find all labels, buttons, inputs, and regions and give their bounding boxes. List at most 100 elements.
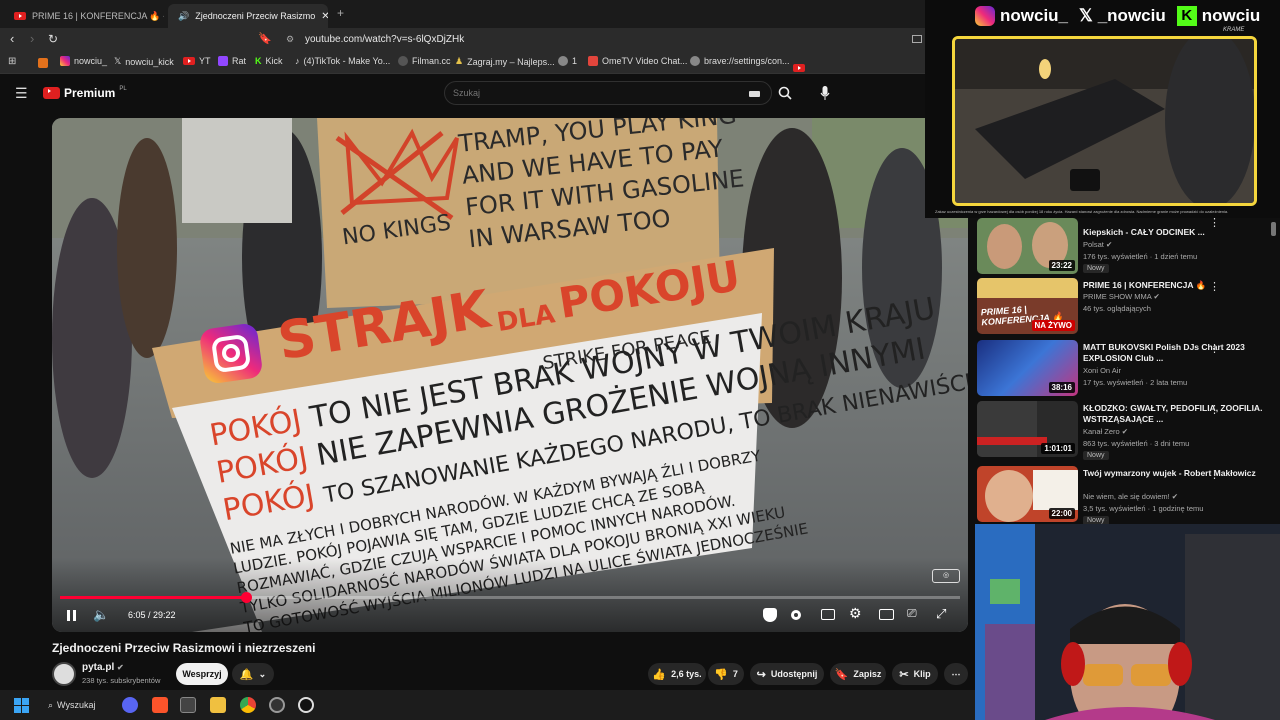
bookmark-rat[interactable]: Rat	[218, 56, 246, 66]
ometv-icon	[588, 56, 598, 66]
share-button[interactable]: ↪ Udostępnij	[750, 663, 824, 685]
globe-icon	[690, 56, 700, 66]
dislike-button[interactable]: 👎 7	[708, 663, 744, 685]
bookmark-tiktok[interactable]: ♪ (4)TikTok - Make Yo...	[295, 56, 390, 66]
app-circle-icon[interactable]	[298, 697, 314, 713]
search-input[interactable]	[453, 86, 733, 100]
recommendation-item[interactable]: 38:16 MATT BUKOVSKI Polish DJs Chart 202…	[977, 340, 1277, 398]
tab-active-video[interactable]: 🔊 Zjednoczeni Przeciw Rasizmo ✕	[168, 4, 328, 28]
search-icon: ⌕	[48, 699, 54, 710]
chrome-icon[interactable]	[240, 697, 256, 713]
site-settings-icon[interactable]: ⚙	[286, 34, 294, 45]
channel-name-text: Nie wiem, ale się dowiem!	[1083, 492, 1170, 501]
channel-name: Polsat ✔	[1083, 240, 1112, 249]
windows-start-button[interactable]	[14, 698, 29, 713]
reload-icon[interactable]: ↻	[48, 32, 58, 46]
bookmark-brave-settings[interactable]: brave://settings/con...	[690, 56, 790, 66]
progress-fill	[60, 596, 247, 599]
bookmark-icon[interactable]: 🔖	[258, 32, 272, 45]
twitch-icon	[218, 56, 228, 66]
bookmark-kick[interactable]: K Kick	[255, 56, 283, 66]
url-field[interactable]: youtube.com/watch?v=s-6lQxDjZHk	[305, 34, 464, 45]
more-vert-icon[interactable]: ⋮	[1209, 403, 1220, 416]
channel-avatar[interactable]	[52, 662, 76, 686]
pause-button[interactable]	[62, 606, 80, 624]
bookmark-nowciu[interactable]: nowciu_	[60, 56, 107, 66]
verified-icon: ✔	[1171, 492, 1179, 501]
recommendation-item[interactable]: 1:01:01 KŁODZKO: GWAŁTY, PEDOFILIA, ZOOF…	[977, 401, 1277, 460]
brave-icon[interactable]	[152, 697, 168, 713]
shield-icon[interactable]	[763, 608, 777, 622]
x-icon: 𝕏	[114, 56, 122, 66]
scissors-icon: ✂	[899, 668, 909, 681]
settings-gear-icon[interactable]: ⚙	[849, 605, 862, 622]
bookmark-nowciu-kick[interactable]: 𝕏nowciu_kick	[114, 56, 174, 67]
bookmark-ometv[interactable]: OmeTV Video Chat...	[588, 56, 687, 66]
progress-scrubber[interactable]	[241, 592, 253, 603]
video-player[interactable]: NO KINGS TRAMP, YOU PLAY KING AND WE HAV…	[52, 118, 968, 632]
video-thumbnail: 23:22	[977, 218, 1078, 274]
bookmark-label: nowciu_kick	[125, 56, 174, 67]
youtube-icon[interactable]	[793, 64, 805, 72]
file-explorer-icon[interactable]	[210, 697, 226, 713]
more-icon: ⋯	[951, 668, 961, 679]
more-actions-button[interactable]: ⋯	[944, 663, 968, 685]
support-button[interactable]: Wesprzyj	[176, 663, 228, 685]
recommendation-item[interactable]: 22:00 Twój wymarzony wujek - Robert Makł…	[977, 466, 1277, 525]
close-tab-icon[interactable]: ✕	[321, 11, 328, 22]
like-count: 2,6 tys.	[671, 669, 702, 679]
search-button[interactable]	[772, 81, 798, 105]
channel-name[interactable]: pyta.pl ✔	[82, 662, 124, 673]
save-button[interactable]: 🔖 Zapisz	[830, 663, 886, 685]
more-vert-icon[interactable]: ⋮	[1209, 342, 1220, 355]
bookmark-yt[interactable]: YT	[183, 56, 211, 66]
verified-icon: ✔	[1153, 292, 1160, 301]
apps-grid-icon[interactable]: ⊞	[8, 56, 16, 67]
video-title: PRIME 16 | KONFERENCJA 🔥	[1083, 280, 1207, 290]
clip-button[interactable]: ✂ Klip	[892, 663, 938, 685]
rss-icon[interactable]	[38, 58, 48, 68]
tab-prime-konferencja[interactable]: PRIME 16 | KONFERENCJA 🔥 - Y	[4, 4, 164, 28]
fullscreen-icon[interactable]: ⤢	[936, 606, 946, 622]
more-vert-icon[interactable]: ⋮	[1209, 468, 1220, 481]
player-controls: 🔈 6:05 / 29:22 ⚙ ⎚ ⤢	[52, 590, 968, 632]
thumbnail-panel	[977, 401, 1037, 457]
bookmark-zagraj[interactable]: ♟ Zagraj.my – Najleps...	[455, 56, 555, 67]
discord-icon[interactable]	[122, 697, 138, 713]
thumbnail-logo	[1033, 470, 1078, 510]
bookmark-filman[interactable]: Filman.cc	[398, 56, 451, 66]
obs-icon[interactable]	[269, 697, 285, 713]
search-icon	[778, 86, 792, 100]
forward-icon[interactable]: ›	[30, 31, 34, 46]
miniplayer-icon[interactable]	[879, 609, 894, 620]
volume-icon[interactable]: 🔈	[93, 607, 109, 623]
share-label: Udostępnij	[770, 669, 818, 679]
thumbnail-face	[985, 470, 1033, 522]
taskbar-search[interactable]: ⌕ Wyszukaj	[48, 697, 95, 713]
kick-handle: nowciu	[1201, 6, 1261, 25]
like-button[interactable]: 👍 2,6 tys.	[648, 663, 706, 685]
instagram-handle: nowciu_	[1000, 6, 1069, 25]
progress-bar[interactable]	[60, 592, 960, 603]
bookmark-1[interactable]: 1	[558, 56, 577, 66]
voice-search-button[interactable]	[816, 84, 834, 102]
more-vert-icon[interactable]: ⋮	[1209, 216, 1220, 229]
speaker-icon: 🔊	[178, 10, 190, 21]
more-vert-icon[interactable]: ⋮	[1209, 280, 1220, 293]
keyboard-icon[interactable]	[749, 91, 760, 97]
search-box	[444, 81, 772, 105]
branding-watermark-icon: ◎	[932, 569, 960, 583]
new-tab-button[interactable]: +	[337, 6, 344, 20]
windows-logo-tile	[14, 706, 21, 713]
cast-icon[interactable]: ⎚	[907, 606, 917, 621]
recommendation-item[interactable]: 23:22 Kiepskich - CAŁY ODCINEK ... Polsa…	[977, 216, 1277, 276]
notifications-button[interactable]: 🔔 ⌄	[232, 663, 274, 685]
back-icon[interactable]: ‹	[10, 31, 14, 46]
menu-icon[interactable]: ☰	[15, 85, 28, 102]
cast-icon[interactable]	[912, 35, 922, 43]
recommendation-item[interactable]: PRIME 16 | KONFERENCJA 🔥 NA ŻYWO PRIME 1…	[977, 278, 1277, 336]
subtitles-icon[interactable]	[821, 609, 835, 620]
app-icon[interactable]	[180, 697, 196, 713]
youtube-logo[interactable]: Premium PL	[43, 86, 127, 100]
autoplay-icon[interactable]	[791, 610, 801, 620]
